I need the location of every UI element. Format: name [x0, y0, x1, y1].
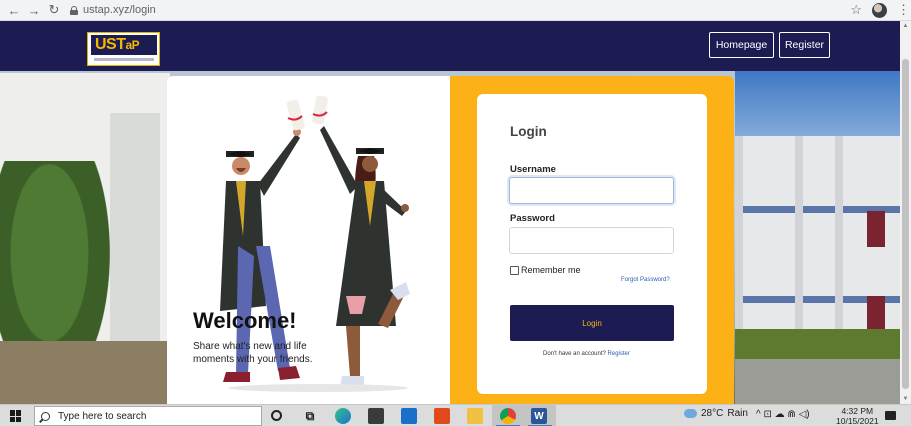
site-logo[interactable]: USTaP	[87, 32, 160, 66]
office-icon[interactable]	[434, 408, 450, 424]
logo-accent-text: aP	[125, 38, 140, 52]
url-text: ustap.xyz/login	[83, 4, 156, 16]
forward-icon[interactable]: →	[24, 0, 44, 20]
chrome-icon[interactable]	[500, 408, 516, 424]
page-scrollbar[interactable]: ▲ ▼	[900, 21, 911, 404]
login-title: Login	[510, 124, 547, 139]
task-view-icon[interactable]: ⧉	[302, 408, 318, 424]
search-placeholder: Type here to search	[58, 410, 147, 422]
browser-menu-icon[interactable]: ⋮	[897, 2, 910, 18]
remember-me[interactable]: Remember me	[510, 265, 581, 275]
username-input[interactable]	[509, 177, 674, 204]
welcome-tagline: Share what's new and life moments with y…	[193, 341, 313, 365]
logo-subtitle-line	[94, 58, 154, 61]
scroll-up-arrow-icon[interactable]: ▲	[902, 23, 909, 29]
login-submit-button[interactable]: Login	[510, 305, 674, 341]
weather-text: Rain	[727, 408, 748, 419]
remember-me-label: Remember me	[521, 265, 581, 275]
remember-me-checkbox[interactable]	[510, 265, 519, 275]
store-icon[interactable]	[368, 408, 384, 424]
word-icon[interactable]: W	[531, 408, 547, 424]
no-account-text: Don't have an account? Register	[543, 351, 630, 357]
bookmark-star-icon[interactable]: ☆	[850, 2, 862, 18]
clock-time: 4:32 PM	[841, 406, 874, 416]
username-label: Username	[510, 164, 556, 175]
search-icon	[41, 411, 50, 421]
password-input[interactable]	[509, 227, 674, 254]
scrollbar-thumb[interactable]	[902, 59, 909, 389]
file-explorer-icon[interactable]	[467, 408, 483, 424]
lock-icon	[70, 5, 78, 15]
edge-browser-icon[interactable]	[335, 408, 351, 424]
forgot-password-link[interactable]: Forgot Password?	[621, 277, 670, 283]
register-button[interactable]: Register	[779, 32, 830, 58]
taskbar-search-box[interactable]: Type here to search	[34, 406, 262, 426]
windows-start-icon[interactable]	[10, 410, 22, 422]
homepage-button[interactable]: Homepage	[709, 32, 774, 58]
password-label: Password	[510, 213, 555, 224]
notification-icon[interactable]	[885, 411, 896, 420]
browser-toolbar: ← → ↻ ustap.xyz/login ☆ ⋮	[0, 0, 911, 21]
rain-cloud-icon	[684, 409, 697, 418]
taskbar-clock[interactable]: 4:32 PM 10/15/2021	[836, 406, 879, 426]
weather-widget[interactable]: 28°C Rain	[684, 408, 748, 419]
back-icon[interactable]: ←	[4, 0, 24, 20]
logo-text: UST	[95, 36, 126, 53]
register-link[interactable]: Register	[608, 351, 630, 357]
address-bar[interactable]: ustap.xyz/login	[70, 2, 850, 19]
system-tray-icons[interactable]: ^ ⊡ ☁ ⋒ ◁)	[756, 409, 810, 420]
profile-avatar[interactable]	[872, 2, 887, 18]
cortana-icon[interactable]	[271, 410, 282, 421]
site-header: USTaP Homepage Register	[0, 21, 900, 71]
weather-temp: 28°C	[701, 408, 724, 419]
mail-icon[interactable]	[401, 408, 417, 424]
windows-taskbar: Type here to search ⧉ W 28°C Rain ^ ⊡ ☁ …	[0, 404, 911, 426]
welcome-heading: Welcome!	[193, 308, 297, 333]
no-account-prompt: Don't have an account?	[543, 351, 606, 357]
clock-date: 10/15/2021	[836, 416, 879, 426]
scroll-down-arrow-icon[interactable]: ▼	[902, 396, 909, 402]
reload-icon[interactable]: ↻	[44, 0, 64, 20]
